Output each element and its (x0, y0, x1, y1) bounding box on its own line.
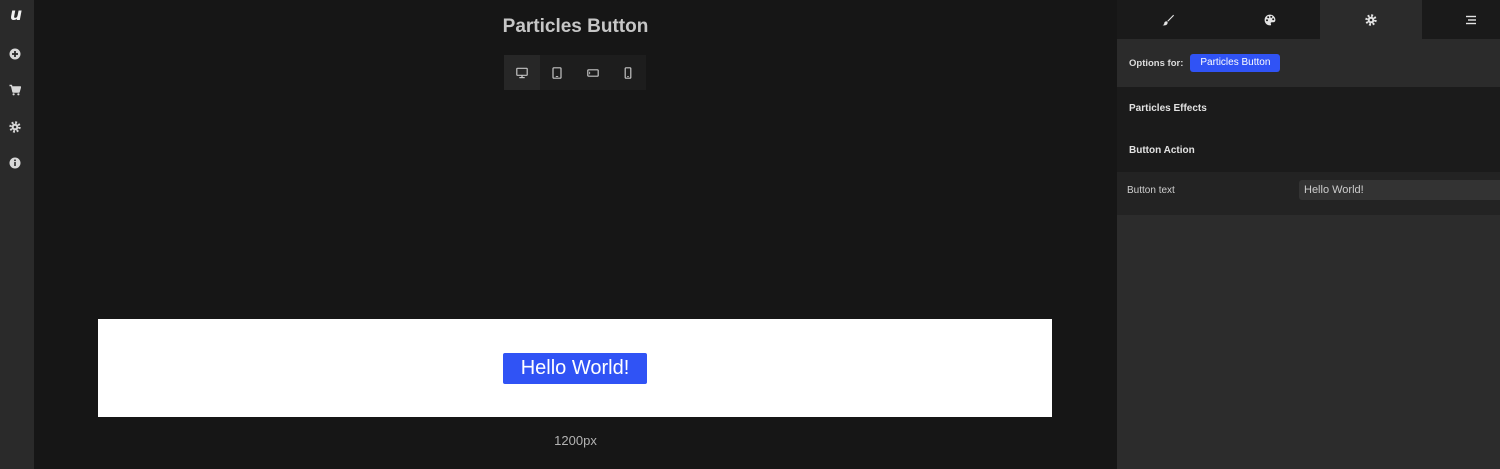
device-tablet-landscape-button[interactable] (575, 55, 611, 90)
menu-icon (1466, 15, 1476, 24)
device-switcher (504, 55, 646, 90)
device-desktop-button[interactable] (504, 55, 540, 90)
options-for-row: Options for: Particles Button (1117, 39, 1500, 87)
section-button-action[interactable]: Button Action (1117, 129, 1500, 172)
button-text-field-row: Button text (1117, 172, 1500, 215)
left-sidebar: u (0, 0, 34, 469)
particles-button-preview[interactable]: Hello World! (503, 352, 647, 384)
panel-tabs (1117, 0, 1500, 39)
brush-icon (1162, 14, 1174, 25)
canvas-area: Particles Button Hello World! 1200px (34, 0, 1117, 469)
gear-icon[interactable] (9, 121, 21, 133)
page-title: Particles Button (502, 16, 649, 37)
viewport-width-label: 1200px (554, 433, 597, 448)
button-text-label: Button text (1127, 185, 1175, 196)
tablet-icon (552, 66, 562, 79)
desktop-icon (515, 67, 528, 78)
app-logo[interactable]: u (0, 5, 32, 25)
plus-circle-icon[interactable] (9, 48, 21, 60)
tab-style[interactable] (1117, 0, 1219, 39)
tab-settings[interactable] (1320, 0, 1422, 39)
preview-frame: Hello World! (98, 319, 1052, 417)
cart-icon[interactable] (9, 84, 21, 96)
options-for-element-badge[interactable]: Particles Button (1190, 54, 1281, 72)
tablet-landscape-icon (586, 68, 599, 77)
palette-icon (1264, 14, 1275, 25)
mobile-icon (624, 66, 632, 79)
tab-navigator[interactable] (1422, 0, 1500, 39)
info-icon[interactable] (9, 157, 21, 169)
button-text-input[interactable] (1299, 180, 1500, 200)
tab-colors[interactable] (1219, 0, 1320, 39)
device-mobile-button[interactable] (610, 55, 646, 90)
options-for-label: Options for: (1129, 57, 1184, 69)
gear-icon (1365, 13, 1377, 26)
options-panel: Options for: Particles Button Particles … (1117, 0, 1500, 469)
section-particles-effects[interactable]: Particles Effects (1117, 87, 1500, 130)
device-tablet-button[interactable] (539, 55, 575, 90)
